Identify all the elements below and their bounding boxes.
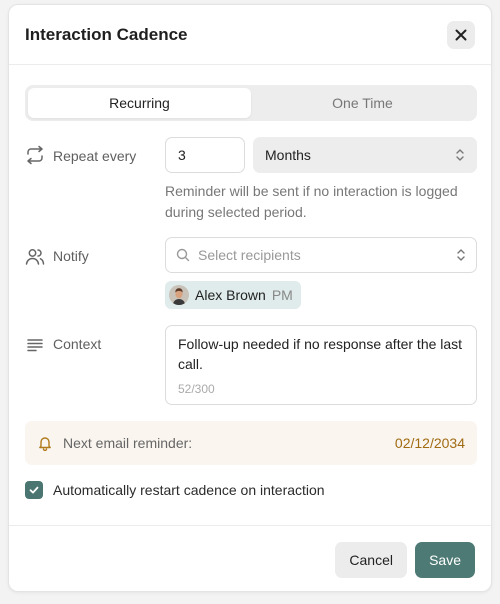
auto-restart-label: Automatically restart cadence on interac… bbox=[53, 482, 325, 498]
recipient-role: PM bbox=[271, 287, 293, 303]
tab-one-time[interactable]: One Time bbox=[251, 88, 474, 118]
dialog-header: Interaction Cadence bbox=[9, 5, 491, 65]
align-left-icon bbox=[27, 339, 43, 352]
recipient-name: Alex Brown bbox=[195, 287, 266, 303]
recipients-placeholder: Select recipients bbox=[198, 247, 301, 263]
repeat-helper-text: Reminder will be sent if no interaction … bbox=[165, 183, 458, 220]
repeat-interval-input[interactable] bbox=[165, 137, 245, 173]
auto-restart-checkbox[interactable] bbox=[25, 481, 43, 499]
search-icon bbox=[176, 248, 190, 262]
repeat-unit-value: Months bbox=[265, 147, 311, 163]
recipient-chip[interactable]: Alex Brown PM bbox=[165, 281, 301, 309]
reminder-label: Next email reminder: bbox=[63, 435, 193, 451]
recipients-select[interactable]: Select recipients bbox=[165, 237, 477, 273]
context-textarea[interactable]: Follow-up needed if no response after th… bbox=[165, 325, 477, 405]
close-button[interactable] bbox=[447, 21, 475, 49]
context-text: Follow-up needed if no response after th… bbox=[178, 336, 463, 372]
close-icon bbox=[455, 29, 467, 41]
reminder-date: 02/12/2034 bbox=[394, 435, 465, 451]
users-icon bbox=[25, 249, 45, 265]
next-reminder-banner: Next email reminder: 02/12/2034 bbox=[25, 421, 477, 465]
mode-tabs: Recurring One Time bbox=[25, 85, 477, 121]
chevron-up-down-icon bbox=[457, 249, 465, 261]
dialog-title: Interaction Cadence bbox=[25, 25, 188, 44]
chevron-up-down-icon bbox=[456, 149, 464, 161]
dialog-footer: Cancel Save bbox=[9, 525, 491, 593]
character-counter: 52/300 bbox=[178, 382, 215, 396]
save-button[interactable]: Save bbox=[415, 542, 475, 578]
repeat-label: Repeat every bbox=[53, 148, 137, 164]
avatar bbox=[169, 285, 189, 305]
context-label: Context bbox=[53, 336, 102, 352]
tab-recurring[interactable]: Recurring bbox=[28, 88, 251, 118]
cancel-button[interactable]: Cancel bbox=[335, 542, 407, 578]
repeat-unit-select[interactable]: Months bbox=[253, 137, 477, 173]
check-icon bbox=[29, 486, 39, 494]
repeat-icon bbox=[27, 145, 43, 165]
bell-icon bbox=[39, 437, 51, 451]
notify-label: Notify bbox=[53, 248, 89, 264]
interaction-cadence-dialog: Interaction Cadence Recurring One Time R… bbox=[8, 4, 492, 592]
auto-restart-option[interactable]: Automatically restart cadence on interac… bbox=[25, 481, 325, 499]
